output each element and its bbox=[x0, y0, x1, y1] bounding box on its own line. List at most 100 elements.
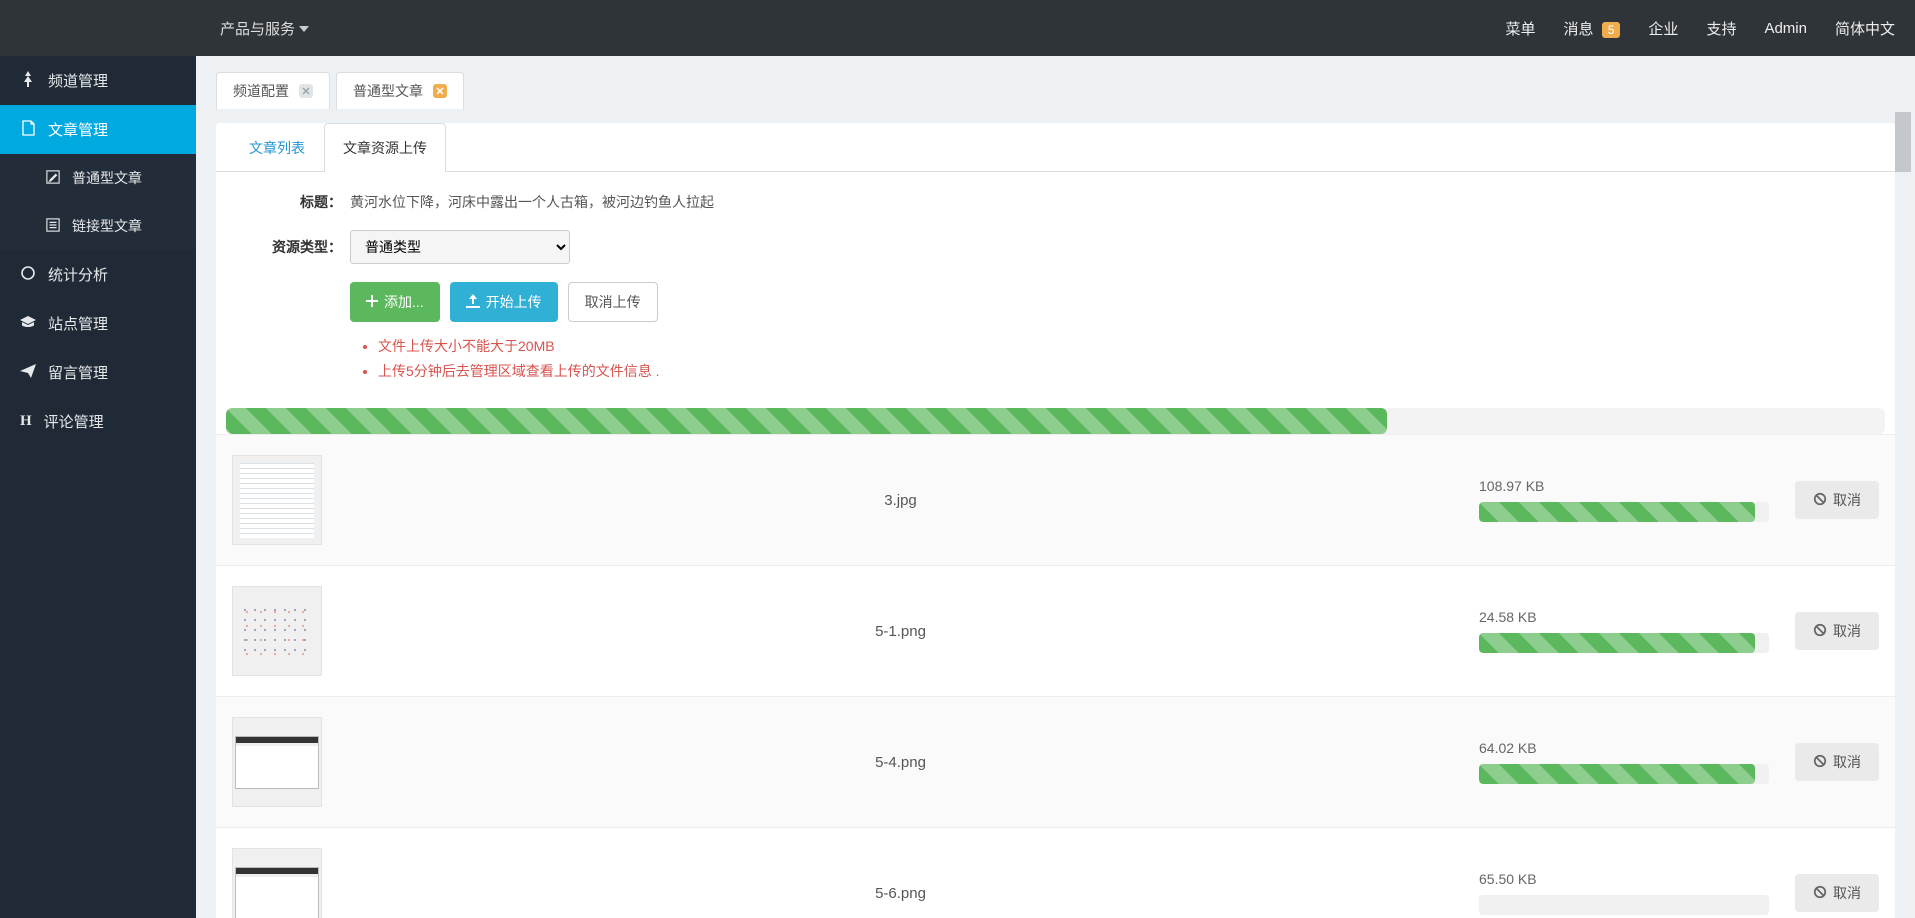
file-name: 5-1.png bbox=[322, 623, 1479, 640]
file-row: 5-1.png 24.58 KB 取消 bbox=[216, 565, 1895, 696]
file-size: 64.02 KB bbox=[1479, 740, 1769, 756]
cancel-upload-button[interactable]: 取消上传 bbox=[568, 282, 658, 322]
upload-icon bbox=[466, 294, 480, 311]
overall-progress-bar bbox=[226, 408, 1387, 434]
tab-resource-upload[interactable]: 文章资源上传 bbox=[324, 123, 446, 172]
scrollbar[interactable] bbox=[1895, 112, 1911, 918]
share-icon bbox=[20, 363, 36, 383]
product-label: 产品与服务 bbox=[220, 18, 295, 39]
sidebar-item-label: 频道管理 bbox=[48, 70, 108, 91]
sidebar-item-message[interactable]: 留言管理 bbox=[0, 348, 196, 397]
menu-link-message[interactable]: 消息 5 bbox=[1564, 18, 1621, 39]
file-cancel-label: 取消 bbox=[1833, 621, 1861, 641]
close-icon[interactable]: ✕ bbox=[433, 84, 447, 98]
file-row: 5-4.png 64.02 KB 取消 bbox=[216, 696, 1895, 827]
plus-icon bbox=[366, 294, 378, 310]
sidebar-item-label: 普通型文章 bbox=[72, 168, 142, 188]
sidebar-item-label: 评论管理 bbox=[44, 411, 104, 432]
message-label: 消息 bbox=[1564, 21, 1594, 38]
sidebar-item-label: 站点管理 bbox=[48, 313, 108, 334]
content-panel: 文章列表 文章资源上传 标题： 黄河水位下降，河床中露出一个人古箱，被河边钓鱼人… bbox=[216, 123, 1895, 918]
sidebar-item-comment[interactable]: H 评论管理 bbox=[0, 397, 196, 446]
file-cancel-button[interactable]: 取消 bbox=[1795, 743, 1879, 781]
file-thumbnail bbox=[232, 717, 322, 807]
file-progress-bar bbox=[1479, 764, 1755, 784]
topbar-menu: 菜单 消息 5 企业 支持 Admin 简体中文 bbox=[1506, 18, 1895, 39]
file-cancel-button[interactable]: 取消 bbox=[1795, 481, 1879, 519]
topbar: 产品与服务 菜单 消息 5 企业 支持 Admin 简体中文 bbox=[0, 0, 1915, 56]
file-name: 5-4.png bbox=[322, 754, 1479, 771]
add-button[interactable]: 添加... bbox=[350, 282, 440, 322]
sidebar-item-label: 留言管理 bbox=[48, 362, 108, 383]
message-badge: 5 bbox=[1602, 22, 1621, 38]
file-row: 3.jpg 108.97 KB 取消 bbox=[216, 434, 1895, 565]
sidebar-item-article[interactable]: 文章管理 bbox=[0, 105, 196, 154]
sidebar-item-label: 链接型文章 bbox=[72, 216, 142, 236]
sidebar-item-label: 统计分析 bbox=[48, 264, 108, 285]
tab-label: 频道配置 bbox=[233, 81, 289, 101]
upload-notice: 文件上传大小不能大于20MB 上传5分钟后去管理区域查看上传的文件信息 . bbox=[360, 334, 1871, 384]
close-icon[interactable]: ✕ bbox=[299, 84, 313, 98]
tab-normal-article[interactable]: 普通型文章 ✕ bbox=[336, 72, 464, 109]
file-progress-track bbox=[1479, 502, 1769, 522]
product-dropdown[interactable]: 产品与服务 bbox=[220, 18, 309, 39]
ban-icon bbox=[1813, 885, 1827, 902]
file-cancel-button[interactable]: 取消 bbox=[1795, 612, 1879, 650]
overall-progress bbox=[226, 408, 1885, 434]
file-progress-track bbox=[1479, 633, 1769, 653]
title-label: 标题： bbox=[240, 192, 350, 212]
file-size: 108.97 KB bbox=[1479, 478, 1769, 494]
file-progress-track bbox=[1479, 895, 1769, 915]
sidebar-item-stats[interactable]: 统计分析 bbox=[0, 250, 196, 299]
notice-item: 上传5分钟后去管理区域查看上传的文件信息 . bbox=[378, 359, 1871, 384]
upload-form: 标题： 黄河水位下降，河床中露出一个人古箱，被河边钓鱼人拉起 资源类型： 普通类… bbox=[216, 172, 1895, 402]
scrollbar-thumb[interactable] bbox=[1895, 112, 1911, 172]
resource-type-label: 资源类型： bbox=[240, 237, 350, 257]
main-content: 频道配置 ✕ 普通型文章 ✕ 文章列表 文章资源上传 标题： 黄河水位下降，河床… bbox=[196, 56, 1915, 918]
sidebar-item-link-article[interactable]: 链接型文章 bbox=[0, 202, 196, 250]
start-upload-button[interactable]: 开始上传 bbox=[450, 282, 558, 322]
ban-icon bbox=[1813, 492, 1827, 509]
tab-article-list[interactable]: 文章列表 bbox=[230, 123, 324, 172]
notice-item: 文件上传大小不能大于20MB bbox=[378, 334, 1871, 359]
file-cancel-label: 取消 bbox=[1833, 883, 1861, 903]
file-progress-track bbox=[1479, 764, 1769, 784]
file-row: 5-6.png 65.50 KB 取消 bbox=[216, 827, 1895, 918]
ban-icon bbox=[1813, 623, 1827, 640]
h-icon: H bbox=[20, 413, 32, 430]
add-button-label: 添加... bbox=[384, 292, 424, 312]
resource-type-select[interactable]: 普通类型 bbox=[350, 230, 570, 264]
file-thumbnail bbox=[232, 848, 322, 918]
sidebar-item-channel[interactable]: 频道管理 bbox=[0, 56, 196, 105]
sidebar-item-site[interactable]: 站点管理 bbox=[0, 299, 196, 348]
menu-link-menu[interactable]: 菜单 bbox=[1506, 18, 1536, 39]
file-progress-bar bbox=[1479, 633, 1755, 653]
file-progress-bar bbox=[1479, 502, 1755, 522]
start-upload-label: 开始上传 bbox=[486, 292, 542, 312]
sidebar-item-label: 文章管理 bbox=[48, 119, 108, 140]
page-tabs: 频道配置 ✕ 普通型文章 ✕ bbox=[216, 72, 1895, 109]
file-thumbnail bbox=[232, 586, 322, 676]
menu-link-admin[interactable]: Admin bbox=[1764, 20, 1807, 37]
file-icon bbox=[20, 120, 36, 140]
edit-icon bbox=[46, 170, 60, 187]
caret-down-icon bbox=[299, 20, 309, 37]
cancel-upload-label: 取消上传 bbox=[585, 292, 641, 312]
file-cancel-button[interactable]: 取消 bbox=[1795, 874, 1879, 912]
loop-icon bbox=[20, 265, 36, 285]
list-icon bbox=[46, 218, 60, 235]
file-size: 24.58 KB bbox=[1479, 609, 1769, 625]
menu-link-enterprise[interactable]: 企业 bbox=[1648, 18, 1678, 39]
sidebar-item-normal-article[interactable]: 普通型文章 bbox=[0, 154, 196, 202]
inner-tabs: 文章列表 文章资源上传 bbox=[216, 123, 1895, 172]
file-thumbnail bbox=[232, 455, 322, 545]
file-name: 3.jpg bbox=[322, 492, 1479, 509]
sidebar: 频道管理 文章管理 普通型文章 链接型文章 统计分析 bbox=[0, 56, 196, 918]
menu-link-lang[interactable]: 简体中文 bbox=[1835, 18, 1895, 39]
tree-icon bbox=[20, 71, 36, 91]
menu-link-support[interactable]: 支持 bbox=[1706, 18, 1736, 39]
tab-channel-config[interactable]: 频道配置 ✕ bbox=[216, 72, 330, 109]
file-list: 3.jpg 108.97 KB 取消 bbox=[216, 434, 1895, 918]
tab-label: 普通型文章 bbox=[353, 81, 423, 101]
file-name: 5-6.png bbox=[322, 885, 1479, 902]
